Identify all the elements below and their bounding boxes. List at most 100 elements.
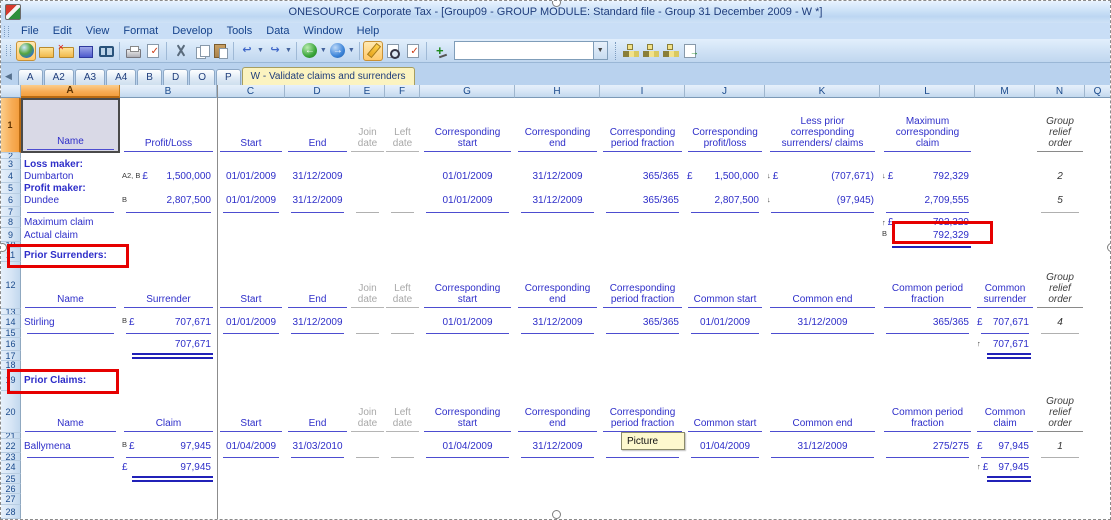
row-header-23[interactable]: 23 <box>1 453 21 461</box>
cell-G7[interactable] <box>420 207 515 217</box>
row-header-22[interactable]: 22 <box>1 439 21 453</box>
cell-M14[interactable]: £707,671 <box>975 315 1035 329</box>
cell-M16[interactable]: ↑707,671 <box>975 338 1035 351</box>
cell-G12[interactable]: Corresponding start <box>420 262 515 309</box>
cell-J22[interactable]: 01/04/2009 <box>685 439 765 453</box>
home-button[interactable] <box>16 41 36 61</box>
column-header-I[interactable]: I <box>600 85 685 98</box>
cell-I6[interactable]: 365/365 <box>600 194 685 207</box>
undo-button[interactable]: ↩ <box>237 41 257 61</box>
cell-A22[interactable]: Ballymena <box>21 439 120 453</box>
sheet-tab-d[interactable]: D <box>163 69 188 85</box>
cell-K7[interactable] <box>765 207 880 217</box>
cell-L14[interactable]: 365/365 <box>880 315 975 329</box>
cell-F15[interactable] <box>385 329 420 338</box>
menu-format[interactable]: Format <box>116 24 165 38</box>
cell-C22[interactable]: 01/04/2009 <box>217 439 285 453</box>
cell-J1[interactable]: Corresponding profit/loss <box>685 98 765 153</box>
cell-F12[interactable]: Left date <box>385 262 420 309</box>
row-header-1[interactable]: 1 <box>1 98 21 153</box>
cell-D22[interactable]: 31/03/2010 <box>285 439 350 453</box>
cell-K20[interactable]: Common end <box>765 391 880 433</box>
cell-E1[interactable]: Join date <box>350 98 385 153</box>
cell-K1[interactable]: Less prior corresponding surrenders/ cla… <box>765 98 880 153</box>
cell-L22[interactable]: 275/275 <box>880 439 975 453</box>
cell-B23[interactable] <box>120 453 217 461</box>
cell-K6[interactable]: ↓(97,945) <box>765 194 880 207</box>
cell-M17[interactable] <box>975 351 1035 361</box>
cell-H23[interactable] <box>515 453 600 461</box>
cell-G14[interactable]: 01/01/2009 <box>420 315 515 329</box>
sheet-tab-a2[interactable]: A2 <box>44 69 74 85</box>
cell-L12[interactable]: Common period fraction <box>880 262 975 309</box>
sheet-tab-b[interactable]: B <box>137 69 162 85</box>
cell-K4[interactable]: ↓£(707,671) <box>765 170 880 183</box>
cell-H15[interactable] <box>515 329 600 338</box>
column-header-K[interactable]: K <box>765 85 880 98</box>
open-button[interactable] <box>36 41 56 61</box>
cell-A4[interactable]: Dumbarton <box>21 170 120 183</box>
cell-N4[interactable]: 2 <box>1035 170 1085 183</box>
column-header-D[interactable]: D <box>285 85 350 98</box>
cell-F20[interactable]: Left date <box>385 391 420 433</box>
row-header-8[interactable]: 8 <box>1 217 21 228</box>
redo-button[interactable]: ↪ <box>265 41 285 61</box>
menu-develop[interactable]: Develop <box>165 24 219 38</box>
cell-K15[interactable] <box>765 329 880 338</box>
row-header-27[interactable]: 27 <box>1 494 21 505</box>
hierarchy-3-button[interactable] <box>660 41 680 61</box>
cell-N6[interactable]: 5 <box>1035 194 1085 207</box>
cell-D7[interactable] <box>285 207 350 217</box>
cell-B7[interactable] <box>120 207 217 217</box>
cell-N1[interactable]: Group relief order <box>1035 98 1085 153</box>
cell-G22[interactable]: 01/04/2009 <box>420 439 515 453</box>
cell-D12[interactable]: End <box>285 262 350 309</box>
cell-I14[interactable]: 365/365 <box>600 315 685 329</box>
redo-dropdown-icon[interactable]: ▼ <box>285 47 292 54</box>
cell-D6[interactable]: 31/12/2009 <box>285 194 350 207</box>
cell-B22[interactable]: B£97,945 <box>120 439 217 453</box>
back-button[interactable]: ← <box>300 41 320 61</box>
column-header-M[interactable]: M <box>975 85 1035 98</box>
cell-A7[interactable] <box>21 207 120 217</box>
hierarchy-1-button[interactable] <box>620 41 640 61</box>
column-header-N[interactable]: N <box>1035 85 1085 98</box>
cell-J4[interactable]: £1,500,000 <box>685 170 765 183</box>
sheet-tab-a3[interactable]: A3 <box>75 69 105 85</box>
column-header-B[interactable]: B <box>120 85 217 98</box>
cell-B15[interactable] <box>120 329 217 338</box>
cell-M12[interactable]: Common surrender <box>975 262 1035 309</box>
cell-D15[interactable] <box>285 329 350 338</box>
toolbar-combobox-input[interactable] <box>455 42 593 59</box>
cell-A5[interactable]: Profit maker: <box>21 183 120 194</box>
cell-I23[interactable] <box>600 453 685 461</box>
paste-button[interactable] <box>210 41 230 61</box>
cell-A9[interactable]: Actual claim <box>21 228 120 242</box>
row-header-17[interactable]: 17 <box>1 351 21 361</box>
cell-B1[interactable]: Profit/Loss <box>120 98 217 153</box>
cell-B6[interactable]: B2,807,500 <box>120 194 217 207</box>
sheet-tab-a4[interactable]: A4 <box>106 69 136 85</box>
cell-E23[interactable] <box>350 453 385 461</box>
menu-view[interactable]: View <box>79 24 117 38</box>
cell-J7[interactable] <box>685 207 765 217</box>
cell-G6[interactable]: 01/01/2009 <box>420 194 515 207</box>
row-header-5[interactable]: 5 <box>1 183 21 194</box>
cell-K23[interactable] <box>765 453 880 461</box>
row-header-28[interactable]: 28 <box>1 505 21 519</box>
selection-handle-bottom[interactable] <box>552 510 561 519</box>
cell-L15[interactable] <box>880 329 975 338</box>
save-button[interactable] <box>76 41 96 61</box>
menu-window[interactable]: Window <box>297 24 350 38</box>
cell-N15[interactable] <box>1035 329 1085 338</box>
cell-J20[interactable]: Common start <box>685 391 765 433</box>
cell-D23[interactable] <box>285 453 350 461</box>
cell-K12[interactable]: Common end <box>765 262 880 309</box>
cell-N12[interactable]: Group relief order <box>1035 262 1085 309</box>
cell-A3[interactable]: Loss maker: <box>21 159 120 170</box>
menu-data[interactable]: Data <box>259 24 296 38</box>
adjust-button[interactable]: + <box>430 41 450 61</box>
cell-I7[interactable] <box>600 207 685 217</box>
cell-E20[interactable]: Join date <box>350 391 385 433</box>
cell-K22[interactable]: 31/12/2009 <box>765 439 880 453</box>
